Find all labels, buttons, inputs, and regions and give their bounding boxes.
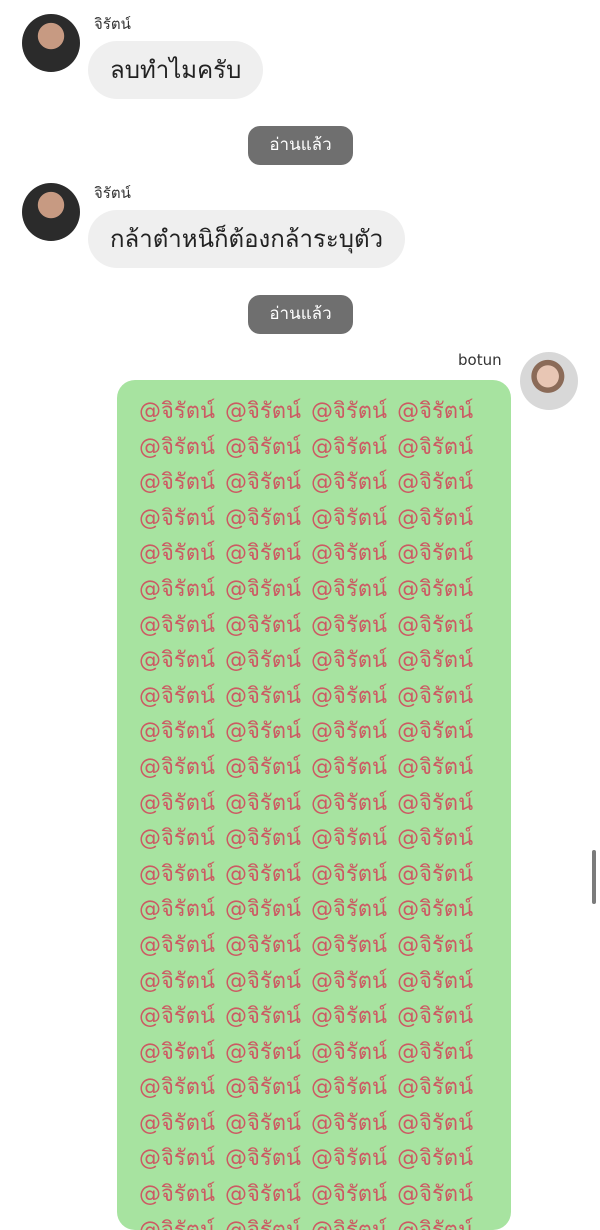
incoming-message-bubble[interactable]: ลบทำไมครับ	[88, 41, 264, 99]
sender-avatar[interactable]	[22, 14, 80, 72]
outgoing-avatar[interactable]	[520, 352, 578, 410]
sender-avatar[interactable]	[22, 183, 80, 241]
sender-name: จิรัตน์	[94, 15, 131, 33]
outgoing-message-bubble[interactable]: @จิรัตน์ @จิรัตน์ @จิรัตน์ @จิรัตน์ @จิร…	[117, 380, 511, 1230]
read-status-badge: อ่านแล้ว	[248, 126, 353, 165]
sender-name: จิรัตน์	[94, 184, 131, 202]
incoming-message-bubble[interactable]: กล้าตำหนิก็ต้องกล้าระบุตัว	[88, 210, 406, 268]
read-status-badge: อ่านแล้ว	[248, 295, 353, 334]
outgoing-sender-name: botun	[458, 351, 502, 369]
mention-message-text: @จิรัตน์ @จิรัตน์ @จิรัตน์ @จิรัตน์ @จิร…	[139, 399, 474, 1230]
scrollbar-thumb[interactable]	[592, 850, 596, 904]
